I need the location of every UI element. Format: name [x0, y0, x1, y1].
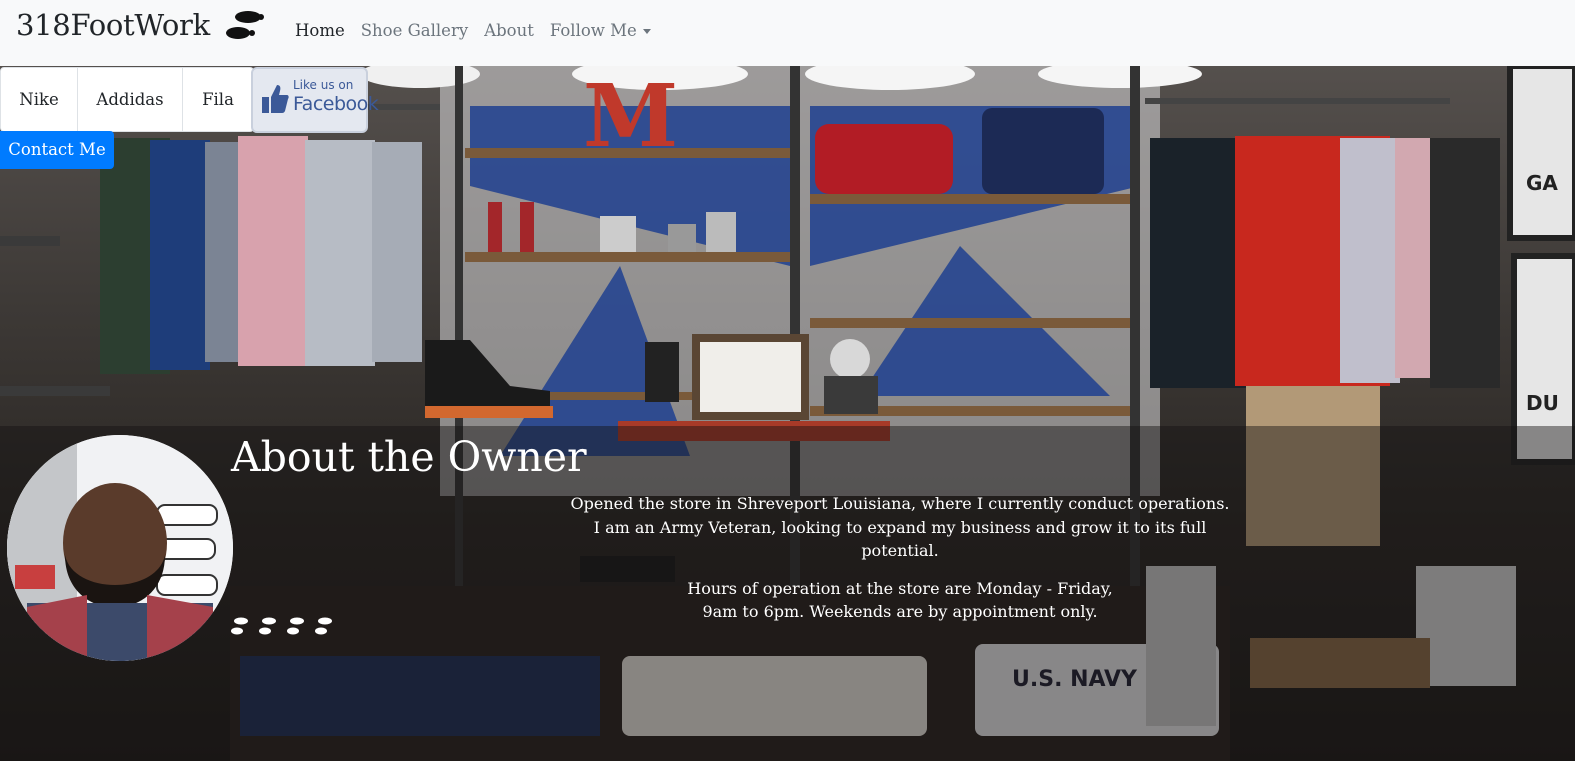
about-line: 9am to 6pm. Weekends are by appointment …	[702, 602, 1098, 621]
nav-shoe-gallery[interactable]: Shoe Gallery	[353, 19, 476, 43]
thumbs-up-icon	[262, 85, 289, 113]
brand-logo-text[interactable]: 318FootWork	[16, 8, 210, 42]
nav-follow-me-dropdown[interactable]: Follow Me	[542, 19, 659, 43]
tab-addidas[interactable]: Addidas	[78, 68, 183, 131]
owner-portrait-illustration	[7, 435, 233, 661]
owner-avatar	[7, 435, 233, 661]
facebook-like-label: Like us on	[293, 78, 354, 92]
navbar: 318FootWork Home Shoe Gallery About Foll…	[0, 0, 1575, 66]
about-description: Opened the store in Shreveport Louisiana…	[560, 492, 1240, 638]
about-title: About the Owner	[231, 433, 587, 481]
nav-about[interactable]: About	[476, 19, 542, 43]
about-line: Opened the store in Shreveport Louisiana…	[570, 494, 1230, 513]
caret-down-icon	[642, 29, 651, 34]
nav-follow-me-label: Follow Me	[549, 21, 637, 40]
brand-tabs: Nike Addidas Fila	[0, 67, 254, 132]
footprints-icon	[226, 11, 264, 39]
about-line: Hours of operation at the store are Mond…	[687, 578, 1113, 598]
about-line: I am an Army Veteran, looking to expand …	[593, 517, 1207, 561]
about-paragraph-hours: Hours of operation at the store are Mond…	[560, 577, 1240, 624]
tab-nike[interactable]: Nike	[1, 68, 78, 131]
contact-me-button[interactable]: Contact Me	[0, 131, 114, 169]
svg-text:DU: DU	[1526, 391, 1559, 415]
facebook-like-badge[interactable]: Like us on Facebook	[251, 67, 379, 133]
svg-text:GA: GA	[1526, 171, 1558, 195]
facebook-label: Facebook	[293, 93, 379, 115]
tab-fila[interactable]: Fila	[183, 68, 253, 131]
about-paragraph-store: Opened the store in Shreveport Louisiana…	[560, 492, 1240, 563]
nav-home[interactable]: Home	[287, 19, 353, 43]
footprints-icon	[231, 617, 332, 635]
